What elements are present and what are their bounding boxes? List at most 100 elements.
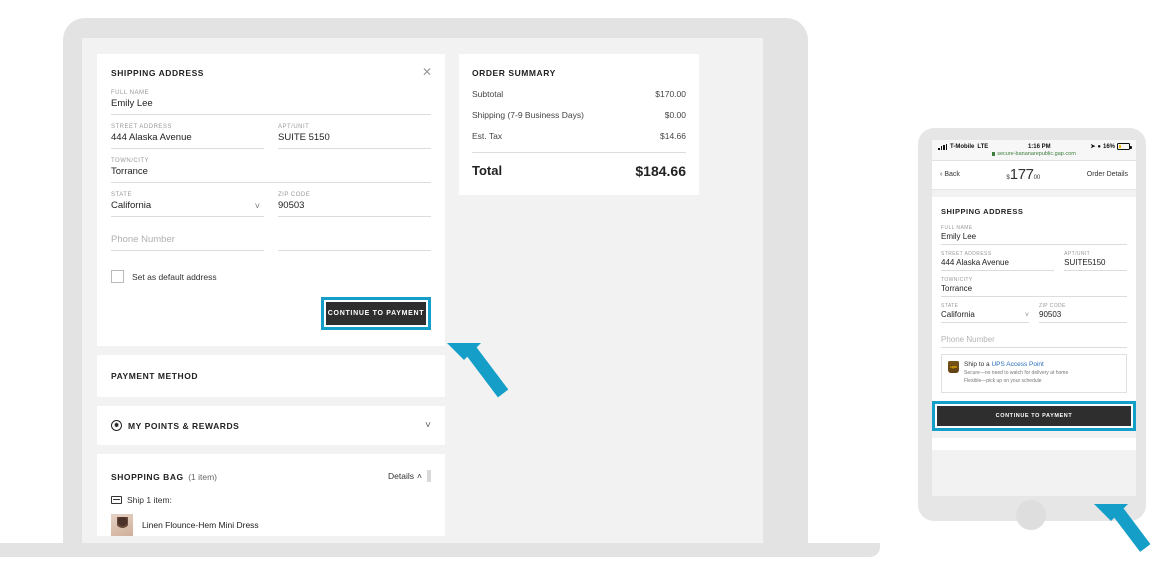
star-badge-icon xyxy=(111,420,122,431)
status-left: T-Mobile LTE xyxy=(938,143,988,150)
checkout-right-column: ORDER SUMMARY Subtotal $170.00 Shipping … xyxy=(459,54,699,195)
order-details-link[interactable]: Order Details xyxy=(1087,171,1128,178)
continue-to-payment-button[interactable]: CONTINUE TO PAYMENT xyxy=(326,302,426,325)
phone-apt-unit-label: APT/UNIT xyxy=(1064,251,1091,257)
phone-phone-number-field[interactable]: Phone Number xyxy=(941,335,1127,348)
phone-street-address-label: STREET ADDRESS xyxy=(941,251,992,257)
url-text: secure-bananarepublic.gap.com xyxy=(997,151,1076,157)
phone-state-field[interactable]: STATE California ˅ xyxy=(941,303,1029,323)
divider xyxy=(472,152,686,153)
shopping-bag-title: SHOPPING BAG xyxy=(111,472,184,482)
order-summary-title: ORDER SUMMARY xyxy=(472,68,556,78)
ups-access-point-box[interactable]: Ship to a UPS Access Point Secure—no nee… xyxy=(941,354,1127,393)
phone-continue-to-payment-button[interactable]: CONTINUE TO PAYMENT xyxy=(937,406,1131,426)
phone-page-footer xyxy=(932,438,1136,450)
order-total-display: $ 177 00 xyxy=(1006,166,1040,183)
town-city-field[interactable]: TOWN/CITY Torrance xyxy=(111,158,431,183)
street-address-field[interactable]: STREET ADDRESS 444 Alaska Avenue xyxy=(111,124,264,149)
ship-items-text: Ship 1 item: xyxy=(127,495,172,505)
points-rewards-section[interactable]: MY POINTS & REWARDS ˅ xyxy=(97,406,445,445)
list-item[interactable]: Linen Flounce-Hem Mini Dress xyxy=(111,514,431,536)
summary-row-subtotal: Subtotal $170.00 xyxy=(472,89,686,99)
chevron-left-icon: ‹ xyxy=(940,171,943,178)
state-field[interactable]: STATE California ˅ xyxy=(111,192,264,217)
home-button[interactable] xyxy=(1016,500,1046,530)
phone-shipping-card: SHIPPING ADDRESS FULL NAME Emily Lee STR… xyxy=(932,197,1136,431)
ship-items-line: Ship 1 item: xyxy=(111,495,431,505)
shopping-bag-header: SHOPPING BAG (1 item) Details ˄ xyxy=(111,467,431,485)
ups-benefit-2: Flexible—pick up on your schedule xyxy=(964,377,1042,384)
default-address-checkbox-row[interactable]: Set as default address xyxy=(111,270,431,283)
shopping-bag-count: (1 item) xyxy=(188,472,217,482)
shipping-address-card: ✕ SHIPPING ADDRESS FULL NAME Emily Lee S… xyxy=(97,54,445,346)
back-button[interactable]: ‹ Back xyxy=(940,171,960,178)
phone-state-label: STATE xyxy=(941,303,959,309)
default-address-label: Set as default address xyxy=(132,271,217,282)
product-name: Linen Flounce-Hem Mini Dress xyxy=(142,520,259,530)
ups-access-point-link[interactable]: UPS Access Point xyxy=(991,361,1043,368)
phone-apt-unit-value: SUITE5150 xyxy=(1064,258,1127,271)
phone-full-name-value: Emily Lee xyxy=(941,232,1127,245)
zip-code-label: ZIP CODE xyxy=(278,192,311,198)
points-rewards-left: MY POINTS & REWARDS xyxy=(111,420,239,431)
payment-method-title: PAYMENT METHOD xyxy=(111,371,199,381)
back-label: Back xyxy=(944,171,960,178)
scrollbar-thumb[interactable] xyxy=(427,470,431,482)
phone-apt-unit-field[interactable]: APT/UNIT SUITE5150 xyxy=(1064,251,1127,271)
bag-details-toggle[interactable]: Details ˄ xyxy=(388,470,431,482)
continue-button-row: CONTINUE TO PAYMENT xyxy=(97,283,445,346)
ups-lead-text: Ship to a xyxy=(964,361,992,368)
phone-shipping-title: SHIPPING ADDRESS xyxy=(941,207,1024,216)
phone-state-select[interactable]: California ˅ xyxy=(941,310,1029,323)
phone-number-placeholder: Phone Number xyxy=(111,234,264,251)
chevron-down-icon: ˅ xyxy=(254,201,260,211)
chevron-down-icon[interactable]: ˅ xyxy=(425,420,431,431)
page-title: SHIPPING ADDRESS xyxy=(111,68,205,78)
total-label: Total xyxy=(472,163,503,178)
close-icon[interactable]: ✕ xyxy=(421,66,433,78)
phone-spacer-line xyxy=(278,234,431,251)
shopping-bag-section: SHOPPING BAG (1 item) Details ˄ Ship 1 i… xyxy=(97,454,445,536)
summary-row-tax: Est. Tax $14.66 xyxy=(472,131,686,141)
desktop-pointer-arrow xyxy=(447,343,509,398)
shipping-label: Shipping (7-9 Business Days) xyxy=(472,110,584,120)
full-name-field[interactable]: FULL NAME Emily Lee xyxy=(111,90,431,115)
phone-state-value: California xyxy=(941,310,975,319)
apt-unit-field[interactable]: APT/UNIT SUITE 5150 xyxy=(278,124,431,149)
checkbox-icon[interactable] xyxy=(111,270,124,283)
phone-pointer-arrow xyxy=(1094,504,1150,552)
screenshot-root: ✕ SHIPPING ADDRESS FULL NAME Emily Lee S… xyxy=(0,0,1150,578)
location-arrow-icon: ➤ xyxy=(1090,144,1096,150)
laptop-base xyxy=(0,543,880,557)
carrier-label: T-Mobile xyxy=(950,143,975,150)
zip-code-field[interactable]: ZIP CODE 90503 xyxy=(278,192,431,217)
state-select[interactable]: California ˅ xyxy=(111,200,264,217)
nav-bar: ‹ Back $ 177 00 Order Details xyxy=(932,161,1136,190)
points-rewards-title: MY POINTS & REWARDS xyxy=(128,420,240,431)
ups-headline: Ship to a UPS Access Point xyxy=(964,361,1068,368)
price-whole: 177 xyxy=(1009,166,1034,183)
phone-screen: T-Mobile LTE 1:16 PM ➤ ● 16% secure-bana… xyxy=(932,140,1136,496)
url-bar[interactable]: secure-bananarepublic.gap.com xyxy=(932,151,1136,161)
alarm-icon: ● xyxy=(1097,143,1101,150)
subtotal-value: $170.00 xyxy=(655,89,686,99)
payment-method-section[interactable]: PAYMENT METHOD xyxy=(97,355,445,397)
battery-percent: 16% xyxy=(1102,143,1115,150)
phone-number-field[interactable]: Phone Number xyxy=(111,234,264,251)
order-summary-card: ORDER SUMMARY Subtotal $170.00 Shipping … xyxy=(459,54,699,195)
total-value: $184.66 xyxy=(635,163,686,179)
phone-zip-code-field[interactable]: ZIP CODE 90503 xyxy=(1039,303,1127,323)
full-name-label: FULL NAME xyxy=(111,90,149,96)
apt-unit-value: SUITE 5150 xyxy=(278,132,431,149)
summary-row-total: Total $184.66 xyxy=(472,163,686,179)
phone-town-city-value: Torrance xyxy=(941,284,1127,297)
phone-town-city-field[interactable]: TOWN/CITY Torrance xyxy=(941,277,1127,297)
truck-icon xyxy=(111,496,122,504)
phone-full-name-field[interactable]: FULL NAME Emily Lee xyxy=(941,225,1127,245)
checkout-left-column: ✕ SHIPPING ADDRESS FULL NAME Emily Lee S… xyxy=(97,54,445,536)
signal-bars-icon xyxy=(938,143,947,150)
phone-street-address-field[interactable]: STREET ADDRESS 444 Alaska Avenue xyxy=(941,251,1055,271)
phone-continue-button-highlight: CONTINUE TO PAYMENT xyxy=(932,401,1136,431)
state-value: California xyxy=(111,200,152,211)
battery-icon xyxy=(1117,143,1132,150)
